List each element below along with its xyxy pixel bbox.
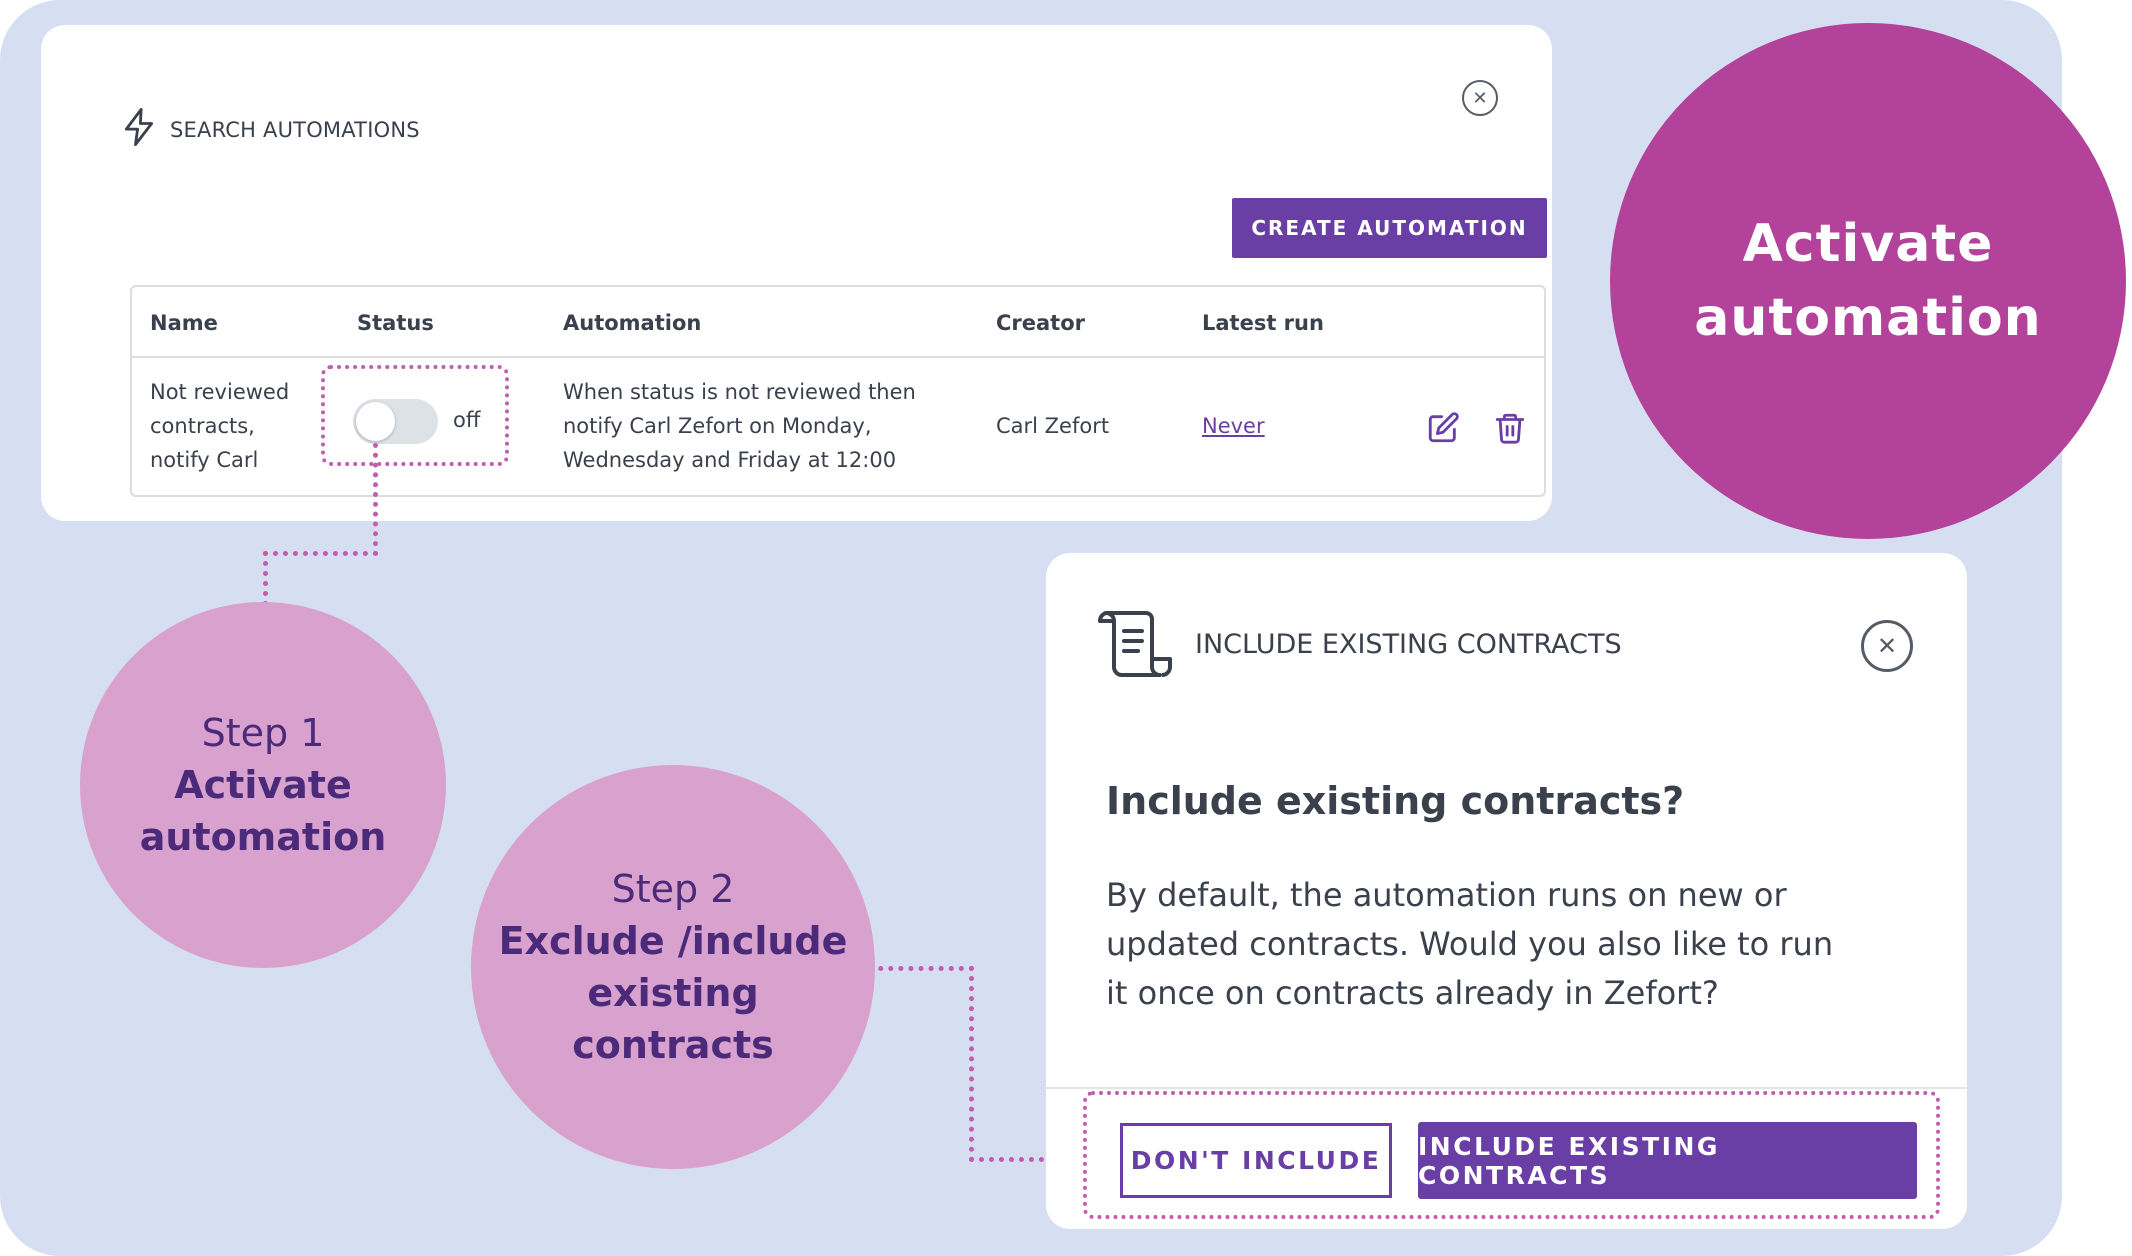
dialog-title: INCLUDE EXISTING CONTRACTS: [1195, 629, 1622, 660]
connector-line: [263, 551, 378, 556]
connector-line: [263, 551, 268, 606]
column-header-status: Status: [357, 311, 434, 335]
panel-title: SEARCH AUTOMATIONS: [122, 108, 420, 151]
column-header-creator: Creator: [996, 311, 1086, 335]
edit-icon[interactable]: [1426, 411, 1460, 449]
panel-title-text: SEARCH AUTOMATIONS: [170, 117, 420, 142]
row-name: Not reviewed contracts, notify Carl: [150, 380, 290, 472]
include-existing-contracts-button[interactable]: INCLUDE EXISTING CONTRACTS: [1418, 1122, 1917, 1199]
row-latest-run: Never: [1202, 409, 1265, 443]
close-icon[interactable]: ✕: [1462, 80, 1498, 116]
include-contracts-dialog: INCLUDE EXISTING CONTRACTS ✕ Include exi…: [1046, 553, 1967, 1229]
dont-include-button[interactable]: DON'T INCLUDE: [1120, 1123, 1392, 1198]
lightning-icon: [122, 108, 156, 151]
latest-run-link[interactable]: Never: [1202, 414, 1265, 438]
status-toggle[interactable]: [353, 399, 438, 444]
activate-automation-callout: Activate automation: [1610, 23, 2126, 539]
dialog-body: By default, the automation runs on new o…: [1106, 876, 1834, 1012]
column-header-name: Name: [150, 311, 218, 335]
close-icon[interactable]: ✕: [1861, 620, 1913, 672]
row-creator: Carl Zefort: [996, 414, 1110, 438]
dialog-divider: [1046, 1087, 1967, 1089]
header-divider: [132, 356, 1544, 358]
create-automation-button[interactable]: CREATE AUTOMATION: [1232, 198, 1547, 258]
row-automation-description: When status is not reviewed then notify …: [563, 380, 916, 472]
step-1-circle: Step 1 Activate automation: [80, 602, 446, 968]
column-header-latest-run: Latest run: [1202, 311, 1324, 335]
scroll-document-icon: [1098, 609, 1174, 685]
column-header-automation: Automation: [563, 311, 702, 335]
toggle-knob: [356, 402, 395, 441]
connector-line: [373, 443, 378, 556]
dialog-heading: Include existing contracts?: [1106, 779, 1685, 823]
step-2-circle: Step 2 Exclude /include existing contrac…: [471, 765, 875, 1169]
connector-line: [969, 966, 974, 1162]
automations-panel: SEARCH AUTOMATIONS ✕ CREATE AUTOMATION N…: [41, 25, 1552, 521]
status-label: off: [453, 408, 481, 432]
trash-icon[interactable]: [1493, 411, 1527, 449]
